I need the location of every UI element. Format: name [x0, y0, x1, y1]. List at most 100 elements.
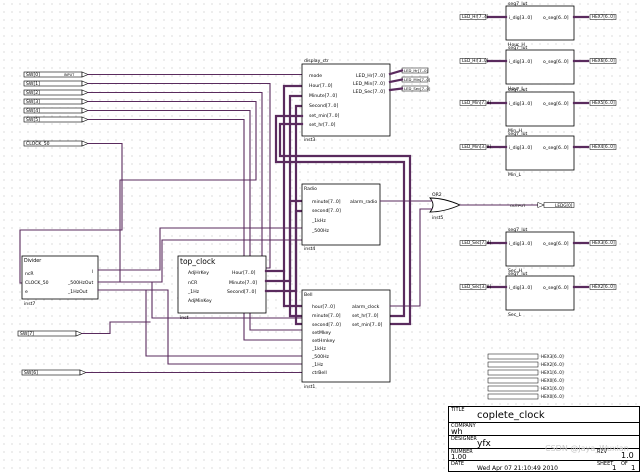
date-key: DATE — [451, 461, 465, 467]
hex-out-4: HEX1[6..0] — [541, 386, 564, 391]
display-port-ledsec: LED_Sec[7..0] — [353, 89, 385, 95]
display-port-sethr: set_hr[7..0] — [309, 122, 336, 128]
output-pin-label: OUTPUT — [510, 203, 526, 208]
or2-gate[interactable] — [429, 197, 462, 213]
bell-inst: inst1 — [304, 384, 315, 390]
hex-out-2: HEX1[6..0] — [541, 370, 564, 375]
company-value: wh — [451, 427, 463, 436]
seg-min-l-out: HEX4[6..0] — [592, 144, 615, 149]
seg-sec-h-title: seg7_lut — [508, 227, 528, 233]
divider-port-500hz: _500HzOut — [67, 280, 93, 286]
top-clock-port-adjhr: AdjHrKey — [188, 270, 209, 276]
seg7-min-l[interactable] — [505, 135, 575, 171]
bell-port-500hz: _500Hz — [311, 354, 330, 360]
designer-key: DESIGNER — [451, 436, 477, 442]
display-port-hour: Hour[7..0] — [309, 83, 333, 89]
display-out-ledhr: LED_Hr[7..0] — [404, 68, 428, 73]
radio-block[interactable] — [301, 183, 381, 246]
company-row: COMPANY wh — [449, 423, 639, 436]
seg7-sec-h[interactable] — [505, 231, 575, 267]
seg-hour-h-in: LED_Hr[7..4] — [462, 14, 489, 19]
title-row: TITLE coplete_clock — [449, 407, 639, 423]
of-value: 1 — [631, 464, 636, 472]
or-gate-inst: inst5 — [432, 215, 443, 221]
seg-min-h-title: seg7_lut — [508, 87, 528, 93]
seg-hour-h-out: HEX7[6..0] — [592, 14, 615, 19]
top-clock-title: top_clock — [180, 257, 216, 266]
seg-min-h-in: LED_Min[7..4] — [462, 100, 491, 105]
display-title: display_ctr — [304, 58, 329, 64]
bell-port-sethmkey: setHmkey — [312, 338, 335, 344]
bell-port-alarmclock: alarm_clock — [352, 304, 380, 310]
watermark: CSDN @Jaya_Wuxian — [545, 444, 629, 453]
pin-type-label: INPUT — [64, 73, 75, 77]
schematic-canvas: SW[0] SW[1] SW[2] SW[3] SW[4] SW[5] CLOC… — [0, 0, 640, 472]
top-clock-port-ncr: nCR — [188, 280, 198, 286]
bell-port-hour: hour[7..0] — [312, 304, 335, 310]
bell-port-setmin: set_min[7..0] — [352, 322, 383, 328]
seg-min-h-pr: o_seg[6..0] — [543, 101, 569, 107]
sw1-label: SW[1] — [26, 81, 40, 87]
seg-min-l-title: seg7_lut — [508, 131, 528, 137]
seg-min-h-pl: i_dig[3..0] — [509, 101, 532, 107]
seg-sec-l-pr: o_seg[6..0] — [543, 285, 569, 291]
display-out-ledsec: LED_Sec[7..0] — [404, 86, 431, 91]
sheet-key: SHEET — [597, 461, 614, 467]
seg-min-l-inst: Min_L — [508, 172, 521, 178]
seg-hour-l-out: HEX6[6..0] — [592, 58, 615, 63]
or-gate-title: OR2 — [432, 192, 442, 198]
seg-sec-h-out: HEX3[6..0] — [592, 240, 615, 245]
seg-sec-l-in: LED_Sec[3..0] — [462, 284, 491, 289]
sheet-value: 1 — [612, 464, 617, 472]
seg-sec-h-pr: o_seg[6..0] — [543, 241, 569, 247]
divider-port-clock50: CLOCK_50 — [25, 280, 49, 286]
divider-inst: inst7 — [24, 301, 35, 307]
seg-sec-l-out: HEX2[6..0] — [592, 284, 615, 289]
ledg0-label: LEDG[0] — [555, 203, 573, 208]
hex-output-stack[interactable] — [487, 353, 539, 400]
seg-hour-l-in: LED_Hr[3..0] — [462, 58, 489, 63]
display-port-minute: Minute[7..0] — [309, 93, 337, 99]
hex-out-5: HEX0[6..0] — [541, 394, 564, 399]
display-port-ledhr: LED_Hr[7..0] — [356, 73, 385, 79]
sw4-label: SW[4] — [26, 108, 40, 114]
radio-port-alarm: alarm_radio — [350, 199, 377, 205]
radio-port-500hz: _500Hz — [311, 228, 330, 234]
seg-hour-h-pr: o_seg[6..0] — [543, 15, 569, 21]
seg-hour-h-pl: i_dig[3..0] — [509, 15, 532, 21]
seg-hour-h-title: seg7_lut — [508, 1, 528, 7]
of-key: OF — [621, 461, 628, 467]
divider-port-1hz: _1HzOut — [67, 289, 88, 295]
bell-title: Bell — [304, 292, 313, 298]
top-clock-port-minute: Minute[7..0] — [229, 280, 257, 286]
divider-port-l: l — [92, 269, 93, 275]
seg7-hour-h[interactable] — [505, 5, 575, 41]
top-clock-inst: inst — [180, 315, 189, 321]
seg7-min-h[interactable] — [505, 91, 575, 127]
display-port-ledmin: LED_Min[7..0] — [353, 81, 385, 87]
bell-port-1khz: _1kHz — [311, 346, 326, 352]
seg-min-l-in: LED_Min[3..0] — [462, 144, 491, 149]
display-port-second: Second[7..0] — [309, 103, 338, 109]
title-block: TITLE coplete_clock COMPANY wh DESIGNER … — [448, 406, 640, 472]
hex-out-3: HEX0[6..0] — [541, 378, 564, 383]
seg7-hour-l[interactable] — [505, 49, 575, 85]
divider-title: Divider — [24, 258, 41, 264]
seg-hour-l-pr: o_seg[6..0] — [543, 59, 569, 65]
title-value: coplete_clock — [477, 410, 545, 421]
divider-port-e: e — [25, 290, 28, 295]
bell-port-1hz: _1Hz — [311, 362, 324, 368]
hex-out-1: HEX2[6..0] — [541, 362, 564, 367]
display-port-setmin: set_min[7..0] — [309, 113, 340, 119]
sw5-label: SW[5] — [26, 117, 40, 123]
seg-sec-l-pl: i_dig[3..0] — [509, 285, 532, 291]
date-row: DATE Wed Apr 07 21:10:49 2010 SHEET 1 OF… — [449, 461, 639, 472]
bell-block[interactable] — [301, 289, 391, 383]
display-port-mode: mode — [309, 73, 322, 79]
hex-out-0: HEX3[6..0] — [541, 354, 564, 359]
date-value: Wed Apr 07 21:10:49 2010 — [477, 465, 558, 472]
top-clock-port-hour: Hour[7..0] — [232, 270, 256, 276]
seg7-sec-l[interactable] — [505, 275, 575, 311]
radio-title: Radio — [304, 186, 317, 192]
bell-port-ctrbell: ctrBell — [312, 370, 327, 376]
